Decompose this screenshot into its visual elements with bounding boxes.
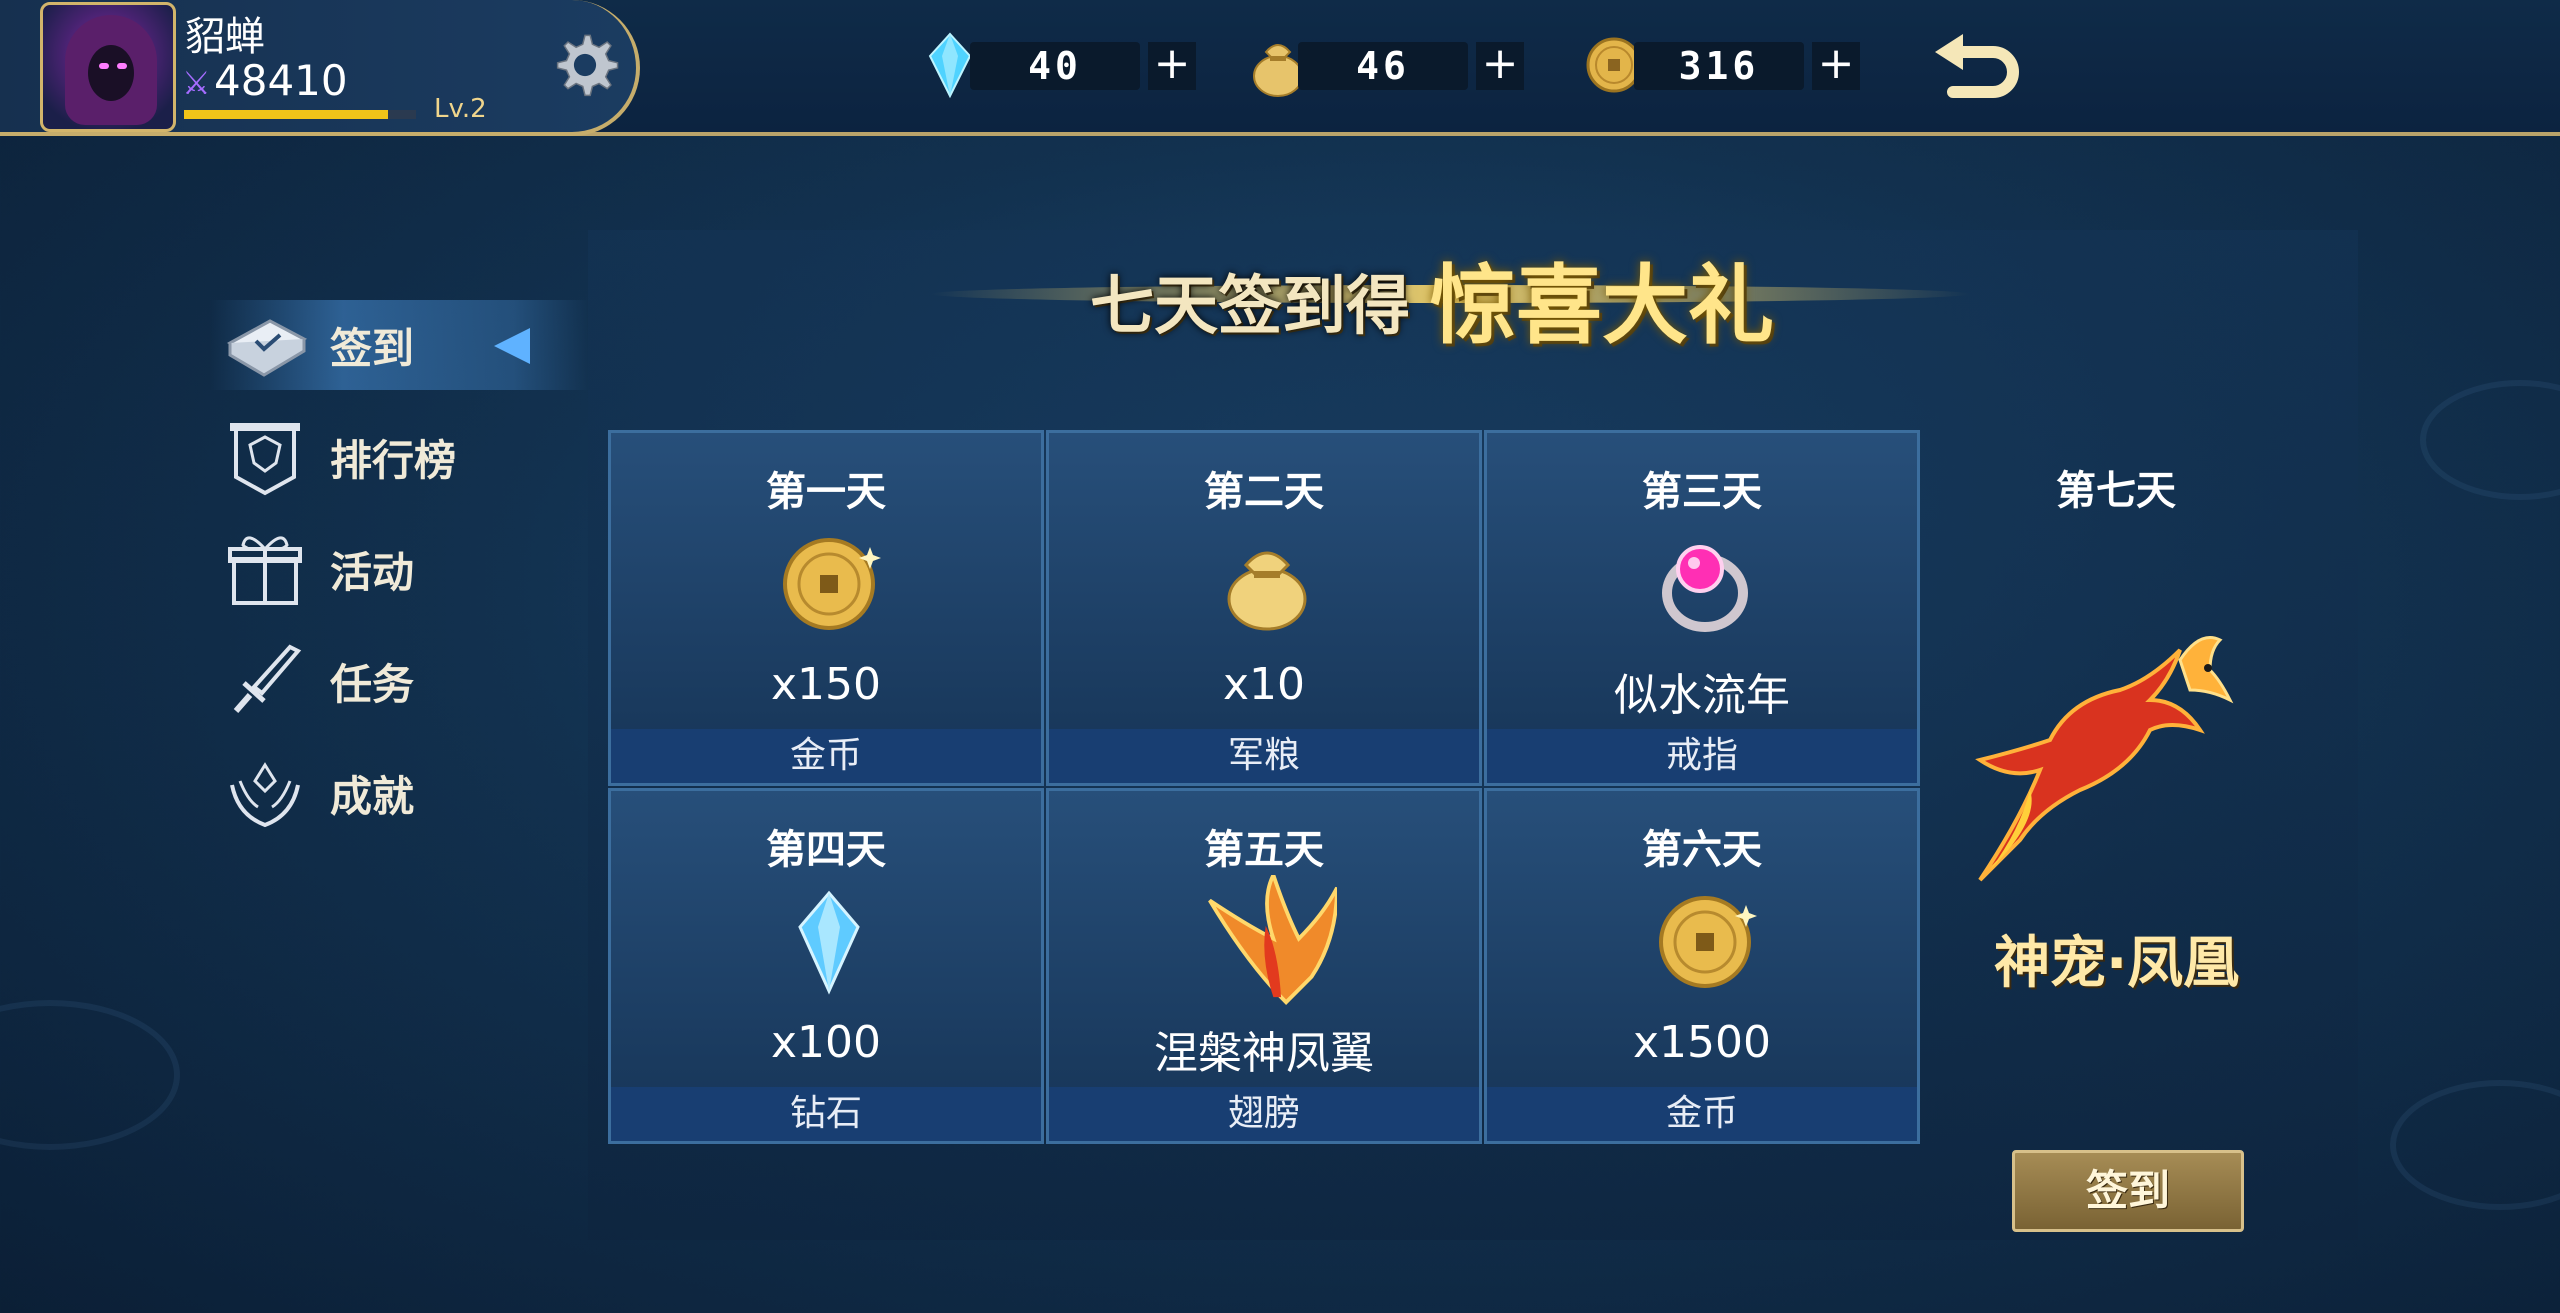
reward-type: 金币 [1487, 1087, 1917, 1141]
player-avatar[interactable] [40, 2, 176, 132]
title-banner: 七天签到得 惊喜大礼 [930, 235, 1970, 356]
day-label: 第六天 [1642, 827, 1762, 873]
cloud-decoration [2390, 1080, 2560, 1210]
day-label: 第三天 [1642, 469, 1762, 515]
reward-type: 金币 [611, 729, 1041, 783]
nav-label: 活动 [330, 547, 415, 597]
nav-item-ranking[interactable]: 排行榜 [210, 412, 590, 502]
add-grain-button[interactable]: + [1476, 42, 1524, 90]
reward-type: 翅膀 [1049, 1087, 1479, 1141]
combat-power-icon: ⚔ [182, 64, 211, 102]
combat-power-value: 48410 [214, 56, 348, 105]
gear-icon [556, 34, 619, 97]
diamond-icon [798, 890, 860, 995]
sword-icon [233, 644, 302, 713]
nav-label: 签到 [330, 323, 415, 373]
player-level: Lv.2 [434, 94, 487, 124]
settings-button[interactable] [530, 10, 640, 120]
nav-label: 任务 [330, 659, 415, 709]
day-cell-1[interactable]: 第一天 x150 金币 [608, 430, 1044, 786]
xp-bar [184, 110, 416, 119]
gift-box-icon [228, 536, 302, 605]
reward-amount: 似水流年 [1614, 670, 1790, 721]
reward-amount: 涅槃神凤翼 [1154, 1028, 1374, 1079]
gold-coin-icon [783, 538, 881, 630]
nav-label: 排行榜 [330, 435, 457, 485]
top-bar: 貂蝉 ⚔ 48410 Lv.2 40 + 46 + 316 + [0, 0, 2560, 136]
banner-title-small: 七天签到得 [1090, 270, 1410, 344]
signin-button[interactable]: 签到 [2012, 1150, 2244, 1232]
nav-label: 成就 [330, 771, 415, 821]
cloud-decoration [2420, 380, 2560, 500]
add-coin-button[interactable]: + [1812, 42, 1860, 90]
day-label: 第五天 [1204, 827, 1324, 873]
day-label: 第一天 [766, 469, 886, 515]
day-cell-6[interactable]: 第六天 x1500 金币 [1484, 788, 1920, 1144]
reward-type: 钻石 [611, 1087, 1041, 1141]
grain-amount: 46 [1298, 42, 1468, 90]
laurel-crest-icon [230, 762, 300, 828]
xp-bar-fill [184, 110, 389, 119]
nav-item-signin[interactable]: 签到 [210, 300, 590, 390]
day7-label: 第七天 [2056, 468, 2176, 514]
nav-item-quests[interactable]: 任务 [210, 636, 590, 726]
reward-amount: x150 [770, 659, 882, 710]
reward-amount: x1500 [1632, 1017, 1771, 1068]
ring-icon [1662, 545, 1748, 632]
phoenix-pet-icon[interactable] [1950, 620, 2250, 900]
day-cell-3[interactable]: 第三天 似水流年 戒指 [1484, 430, 1920, 786]
day-label: 第四天 [766, 827, 886, 873]
reward-amount: x100 [770, 1017, 882, 1068]
ranking-banner-icon [230, 423, 300, 496]
phoenix-wing-icon [1208, 875, 1337, 1005]
reward-type: 戒指 [1487, 729, 1917, 783]
reward-grid: 第一天 x150 金币 第二天 x10 军粮 第三天 似水流年 戒指 第四天 x… [608, 430, 1922, 1146]
signin-book-icon [226, 319, 308, 377]
day-cell-5[interactable]: 第五天 涅槃神凤翼 翅膀 [1046, 788, 1482, 1144]
gold-coin-icon [1659, 896, 1757, 988]
day7-reward-name: 神宠·凤凰 [1994, 931, 2240, 996]
nav-item-achievements[interactable]: 成就 [210, 748, 590, 838]
cloud-decoration [0, 1000, 180, 1150]
add-diamond-button[interactable]: + [1148, 42, 1196, 90]
day-label: 第二天 [1204, 469, 1324, 515]
diamond-amount: 40 [970, 42, 1140, 90]
reward-type: 军粮 [1049, 729, 1479, 783]
back-arrow-icon[interactable] [1925, 22, 2025, 122]
nav-item-events[interactable]: 活动 [210, 524, 590, 614]
coin-amount: 316 [1634, 42, 1804, 90]
grain-bag-icon [1227, 551, 1307, 631]
day-cell-2[interactable]: 第二天 x10 军粮 [1046, 430, 1482, 786]
reward-amount: x10 [1222, 659, 1306, 710]
banner-title-big: 惊喜大礼 [1430, 256, 1774, 356]
day-cell-4[interactable]: 第四天 x100 钻石 [608, 788, 1044, 1144]
player-name: 貂蝉 [185, 14, 265, 60]
active-indicator-arrow [494, 328, 530, 364]
